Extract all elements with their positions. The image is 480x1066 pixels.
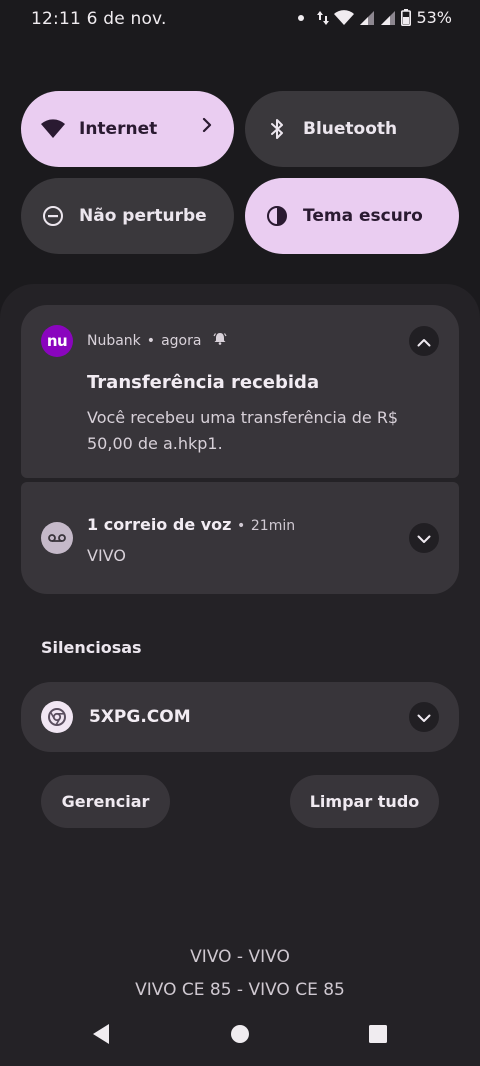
notification-title: 5XPG.COM: [89, 707, 191, 727]
recents-button[interactable]: [365, 1023, 391, 1049]
tile-do-not-disturb[interactable]: Não perturbe: [21, 178, 234, 254]
tile-do-not-disturb-label: Não perturbe: [79, 206, 207, 226]
expand-button[interactable]: [409, 702, 439, 732]
dark-theme-icon: [265, 204, 289, 228]
home-button[interactable]: [227, 1023, 253, 1049]
tile-internet-label: Internet: [79, 119, 158, 139]
chevron-right-icon: [202, 117, 212, 137]
carrier-line-2: VIVO CE 85 - VIVO CE 85: [135, 980, 345, 1000]
notification-body: Você recebeu uma transferência de R$ 50,…: [87, 408, 399, 453]
notification-dot-icon: [298, 14, 305, 21]
carrier-line-1: VIVO - VIVO: [190, 947, 290, 967]
notification-title: 1 correio de voz • 21min: [87, 515, 295, 534]
notification-subtitle: VIVO: [87, 546, 126, 565]
battery-icon: [401, 9, 412, 26]
status-date: 6 de nov.: [86, 9, 167, 29]
notification-time: agora: [161, 332, 202, 349]
status-time-date: 12:11 6 de nov.: [31, 9, 167, 29]
tile-bluetooth-label: Bluetooth: [303, 119, 398, 139]
expand-button[interactable]: [409, 523, 439, 553]
notification-meta: Nubank • agora: [87, 332, 227, 349]
tile-dark-theme[interactable]: Tema escuro: [245, 178, 459, 254]
clear-all-label: Limpar tudo: [309, 792, 420, 811]
notification-time: 21min: [250, 518, 296, 534]
chrome-icon: [41, 701, 73, 733]
meta-separator: •: [237, 518, 246, 534]
tile-dark-theme-label: Tema escuro: [303, 206, 423, 226]
nubank-icon-text: nu: [46, 332, 68, 350]
alert-bell-icon: [213, 332, 227, 349]
voicemail-icon: [41, 522, 73, 554]
tile-internet[interactable]: Internet: [21, 91, 234, 167]
signal-icon: [380, 10, 396, 26]
wifi-icon: [41, 117, 65, 141]
chevron-up-icon: [417, 332, 431, 351]
status-time: 12:11: [31, 9, 81, 29]
status-bar: 12:11 6 de nov. 53%: [0, 0, 480, 40]
notification-chrome-site[interactable]: 5XPG.COM: [21, 682, 459, 752]
back-icon: [91, 1023, 111, 1049]
notification-title: Transferência recebida: [87, 372, 320, 393]
data-arrows-icon: [317, 10, 330, 26]
nubank-icon: nu: [41, 325, 73, 357]
meta-separator: •: [146, 332, 156, 349]
manage-button[interactable]: Gerenciar: [41, 775, 170, 828]
clear-all-button[interactable]: Limpar tudo: [290, 775, 439, 828]
home-icon: [230, 1024, 250, 1048]
collapse-button[interactable]: [409, 326, 439, 356]
chevron-down-icon: [417, 529, 431, 548]
notification-voicemail[interactable]: 1 correio de voz • 21min VIVO: [21, 482, 459, 594]
back-button[interactable]: [88, 1023, 114, 1049]
navigation-bar: [0, 1010, 480, 1060]
app-name: Nubank: [87, 332, 141, 349]
status-icons: 53%: [298, 8, 452, 27]
bluetooth-icon: [265, 117, 289, 141]
section-title-silent: Silenciosas: [41, 638, 142, 657]
wifi-icon: [334, 9, 355, 26]
chevron-down-icon: [417, 708, 431, 727]
tile-bluetooth[interactable]: Bluetooth: [245, 91, 459, 167]
recents-icon: [368, 1024, 388, 1048]
signal-icon: [359, 10, 375, 26]
notification-nubank[interactable]: nu Nubank • agora Transferência recebida…: [21, 305, 459, 478]
do-not-disturb-icon: [41, 204, 65, 228]
manage-label: Gerenciar: [61, 792, 150, 811]
voicemail-title: 1 correio de voz: [87, 515, 232, 534]
battery-level: 53%: [416, 8, 452, 27]
